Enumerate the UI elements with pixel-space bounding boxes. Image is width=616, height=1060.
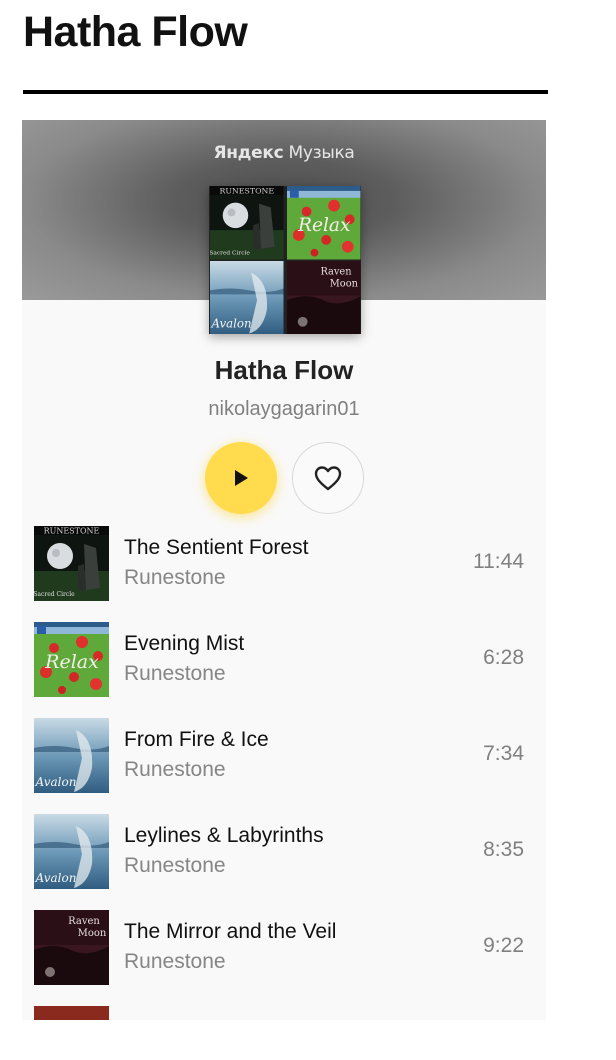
track-cover — [34, 526, 109, 601]
track-row[interactable]: The Sentient Forest Runestone 11:44 — [22, 526, 546, 622]
track-title[interactable]: The Mirror and the Veil — [124, 920, 336, 944]
track-row[interactable]: From Fire & Ice Runestone 7:34 — [22, 718, 546, 814]
track-cover — [34, 622, 109, 697]
track-artist[interactable]: Runestone — [124, 566, 226, 590]
cover-tile-sacred-circle — [209, 186, 285, 260]
track-title[interactable]: The Sentient Forest — [124, 536, 308, 560]
yandex-music-logo[interactable]: Яндекс Музыка — [22, 143, 546, 163]
track-artist[interactable]: Runestone — [124, 950, 226, 974]
track-duration: 8:35 — [483, 838, 524, 861]
track-artist[interactable]: Runestone — [124, 662, 226, 686]
cover-tile-avalon — [209, 261, 285, 335]
playlist-title[interactable]: Hatha Flow — [22, 355, 546, 386]
track-cover — [34, 814, 109, 889]
yandex-music-widget: Яндекс Музыка Hatha Flow nikolaygagarin0… — [22, 120, 546, 1020]
track-duration: 6:28 — [483, 646, 524, 669]
playlist-cover-collage[interactable] — [209, 186, 361, 334]
track-duration: 7:34 — [483, 742, 524, 765]
track-cover — [34, 910, 109, 985]
play-button[interactable] — [205, 442, 277, 514]
title-divider — [23, 90, 548, 94]
track-row-partial[interactable] — [22, 1006, 546, 1020]
track-duration: 9:22 — [483, 934, 524, 957]
track-title[interactable]: From Fire & Ice — [124, 728, 269, 752]
track-row[interactable]: Evening Mist Runestone 6:28 — [22, 622, 546, 718]
page-title: Hatha Flow — [23, 8, 248, 56]
track-cover — [34, 1006, 109, 1020]
like-button[interactable] — [292, 442, 364, 514]
cover-tile-relax — [286, 186, 362, 260]
cover-tile-raven-moon — [286, 261, 362, 335]
play-icon — [235, 470, 248, 486]
track-row[interactable]: The Mirror and the Veil Runestone 9:22 — [22, 910, 546, 1006]
track-artist[interactable]: Runestone — [124, 854, 226, 878]
playlist-owner[interactable]: nikolaygagarin01 — [22, 398, 546, 421]
heart-icon — [314, 466, 342, 491]
track-artist[interactable]: Runestone — [124, 758, 226, 782]
track-cover — [34, 718, 109, 793]
track-row[interactable]: Leylines & Labyrinths Runestone 8:35 — [22, 814, 546, 910]
track-duration: 11:44 — [473, 550, 524, 573]
track-title[interactable]: Leylines & Labyrinths — [124, 824, 324, 848]
track-list: The Sentient Forest Runestone 11:44 Even… — [22, 526, 546, 1020]
track-title[interactable]: Evening Mist — [124, 632, 244, 656]
